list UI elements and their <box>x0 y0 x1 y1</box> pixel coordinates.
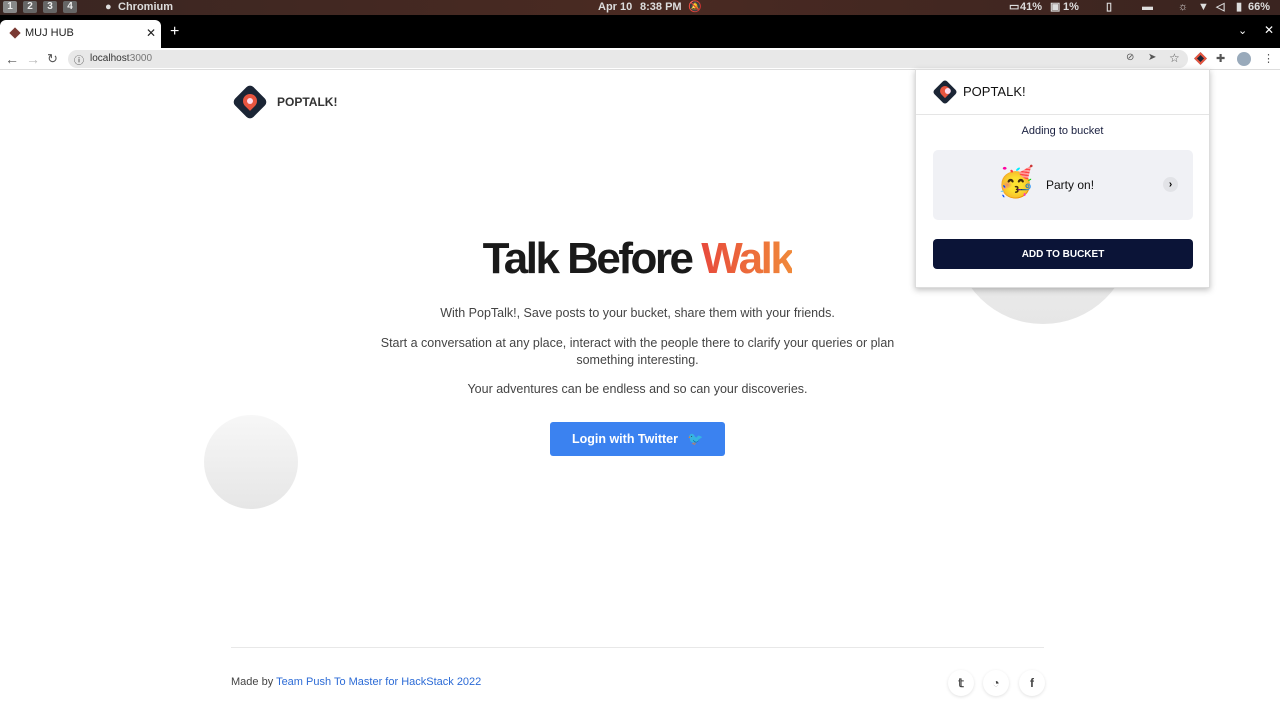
tracking-off-icon[interactable]: ⊘ <box>1126 52 1134 63</box>
browser-tab[interactable]: MUJ HUB ✕ <box>0 20 161 48</box>
decorative-circle <box>204 415 298 509</box>
login-with-twitter-button[interactable]: Login with Twitter 🐦 <box>550 422 725 456</box>
close-tab-icon[interactable]: ✕ <box>146 26 156 40</box>
notifications-off-icon[interactable]: 🔕 <box>688 1 702 14</box>
send-icon[interactable]: ➤ <box>1148 52 1156 63</box>
hero-title-main: Talk Before <box>482 234 702 283</box>
footer-credit: Made by Team Push To Master for HackStac… <box>231 676 481 688</box>
browser-toolbar: ← → ↻ ⓘ localhost :3000 ⊘ ➤ ☆ ✚ ⋮ <box>0 48 1280 70</box>
volume-icon[interactable]: ◁ <box>1216 1 1224 14</box>
popup-brand: POPTALK! <box>963 84 1026 99</box>
workspace-2[interactable]: 2 <box>23 1 37 13</box>
url-port: :3000 <box>127 53 153 64</box>
bucket-item-label: Party on! <box>1046 178 1095 192</box>
extensions-icon[interactable]: ✚ <box>1216 48 1225 70</box>
footer-team-link[interactable]: Team Push To Master for HackStack 2022 <box>276 676 481 688</box>
menu-icon[interactable]: ⋮ <box>1263 48 1274 70</box>
hero-paragraph: Start a conversation at any place, inter… <box>380 336 895 367</box>
time: 8:38 PM <box>640 1 682 13</box>
twitter-icon: 🐦 <box>687 431 704 446</box>
battery-level: 66% <box>1248 1 1271 13</box>
workspace-3[interactable]: 3 <box>43 1 57 13</box>
disk-usage: 1% <box>1063 1 1079 13</box>
clipboard-icon[interactable]: ▯ <box>1106 1 1112 14</box>
cpu-icon: ▭ <box>1009 1 1020 13</box>
github-link-icon[interactable]: ◔ <box>983 670 1009 696</box>
party-emoji-icon: 🥳 <box>997 166 1035 199</box>
date: Apr 10 <box>598 1 633 13</box>
info-icon: ⓘ <box>74 56 84 67</box>
chromium-icon: ● <box>105 1 112 13</box>
footer-prefix: Made by <box>231 676 277 688</box>
hero-title-accent: Walk <box>701 234 795 283</box>
close-window-icon[interactable]: ✕ <box>1264 23 1274 37</box>
back-icon[interactable]: ← <box>5 48 19 70</box>
system-top-bar: 1 2 3 4 ● Chromium Apr 10 8:38 PM 🔕 ▭ 41… <box>0 0 1280 15</box>
facebook-link-icon[interactable]: f <box>1019 670 1045 696</box>
cpu-usage: 41% <box>1020 1 1043 13</box>
bucket-item-card[interactable]: 🥳 Party on! › <box>933 150 1193 220</box>
workspace-1[interactable]: 1 <box>3 1 17 13</box>
tab-search-icon[interactable]: ⌄ <box>1238 24 1247 37</box>
new-tab-button[interactable]: + <box>170 23 179 41</box>
tab-strip: MUJ HUB ✕ + ⌄ ✕ <box>0 15 1280 48</box>
hero-paragraph: With PopTalk!, Save posts to your bucket… <box>440 306 835 320</box>
twitter-link-icon[interactable]: 𝕥 <box>948 670 974 696</box>
forward-icon[interactable]: → <box>26 48 40 70</box>
chevron-right-icon[interactable]: › <box>1163 177 1178 192</box>
wifi-icon[interactable]: ▼ <box>1198 1 1209 14</box>
brightness-icon[interactable]: ☼ <box>1178 1 1188 14</box>
profile-avatar[interactable] <box>1237 52 1251 66</box>
active-app: Chromium <box>118 1 173 13</box>
add-to-bucket-button[interactable]: ADD TO BUCKET <box>933 239 1193 269</box>
disk-icon: ▣ <box>1050 1 1061 13</box>
url-host: localhost <box>90 53 130 64</box>
hero-paragraph: Your adventures can be endless and so ca… <box>467 382 808 396</box>
address-bar[interactable]: ⓘ localhost :3000 ⊘ ➤ ☆ <box>68 50 1188 68</box>
poptalk-extension-icon[interactable] <box>1194 52 1207 65</box>
battery-icon: ▮ <box>1236 1 1243 13</box>
brand-name: POPTALK! <box>277 95 338 109</box>
workspace-4[interactable]: 4 <box>63 1 77 13</box>
reload-icon[interactable]: ↻ <box>47 48 58 70</box>
tab-title: MUJ HUB <box>25 27 74 39</box>
bookmark-star-icon[interactable]: ☆ <box>1169 51 1180 65</box>
layout-icon[interactable]: ▬ <box>1142 1 1153 14</box>
popup-header: POPTALK! <box>916 70 1209 115</box>
login-label: Login with Twitter <box>571 431 678 446</box>
extension-popup: POPTALK! Adding to bucket 🥳 Party on! › … <box>915 69 1210 288</box>
popup-subtitle: Adding to bucket <box>1021 125 1104 137</box>
footer-divider <box>231 647 1044 648</box>
favicon-icon <box>9 27 21 39</box>
